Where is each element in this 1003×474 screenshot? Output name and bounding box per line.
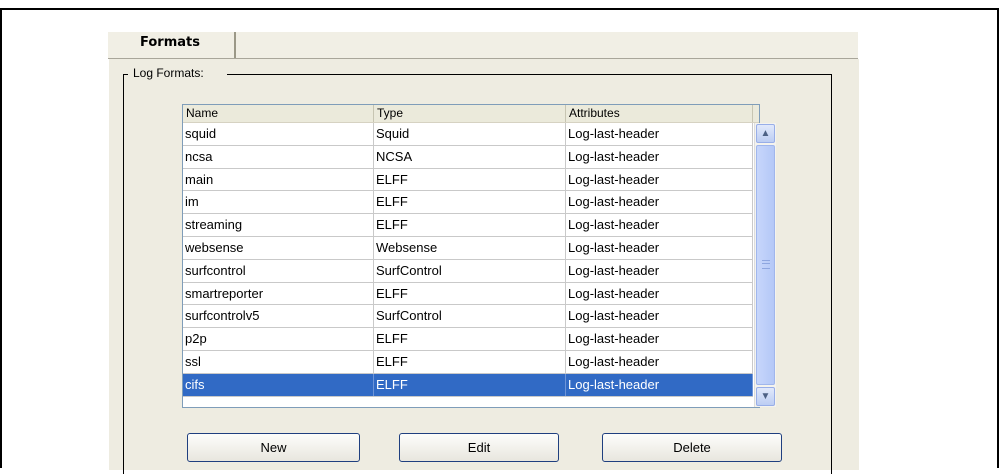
cell-name: smartreporter [183,282,374,305]
table-row[interactable]: ssl ELFF Log-last-header [183,350,753,374]
delete-button[interactable]: Delete [602,433,782,462]
table-row[interactable]: ncsa NCSA Log-last-header [183,145,753,169]
cell-attributes: Log-last-header [566,328,753,350]
cell-type: ELFF [374,191,566,214]
cell-name: im [183,191,374,214]
table-row[interactable]: main ELFF Log-last-header [183,168,753,192]
cell-type: SurfControl [374,305,566,328]
cell-attributes: Log-last-header [566,305,753,328]
cell-type: ELFF [374,282,566,305]
cell-attributes: Log-last-header [566,168,753,191]
group-border [227,74,832,75]
cell-name: ncsa [183,145,374,168]
tab-formats[interactable]: Formats [126,32,236,58]
cell-name: streaming [183,214,374,236]
table-row[interactable]: streaming ELFF Log-last-header [183,214,753,237]
table-row[interactable]: cifs ELFF Log-last-header [183,373,753,397]
table-row[interactable]: im ELFF Log-last-header [183,191,753,215]
cell-type: Squid [374,123,566,145]
column-header-name[interactable]: Name [183,105,374,122]
table-row[interactable]: p2p ELFF Log-last-header [183,328,753,351]
column-header-attributes[interactable]: Attributes [566,105,753,122]
table-row[interactable]: surfcontrol SurfControl Log-last-header [183,259,753,283]
vertical-scrollbar[interactable]: ▲ ▼ [754,123,776,407]
cell-type: ELFF [374,350,566,373]
arrow-up-icon[interactable]: ▲ [756,124,775,143]
cell-type: NCSA [374,145,566,168]
formats-panel: Formats Log Formats: Name Type Attribute… [108,32,859,474]
cell-type: ELFF [374,328,566,350]
new-button[interactable]: New [187,433,360,462]
scrollbar-thumb[interactable] [756,145,775,385]
cell-attributes: Log-last-header [566,282,753,305]
cell-attributes: Log-last-header [566,145,753,168]
edit-button[interactable]: Edit [399,433,559,462]
tab-content: Log Formats: Name Type Attributes squid S… [108,59,859,474]
cell-attributes: Log-last-header [566,350,753,373]
grip-icon [762,260,770,269]
table-body: squid Squid Log-last-header ncsa NCSA Log-las… [183,123,753,397]
cell-type: ELFF [374,373,566,396]
screenshot-frame: Formats Log Formats: Name Type Attribute… [0,8,999,474]
table-row[interactable]: smartreporter ELFF Log-last-header [183,282,753,306]
cell-type: ELFF [374,214,566,236]
cell-name: main [183,168,374,191]
table-row[interactable]: surfcontrolv5 SurfControl Log-last-header [183,305,753,329]
cell-attributes: Log-last-header [566,236,753,259]
cell-attributes: Log-last-header [566,191,753,214]
cell-name: p2p [183,328,374,350]
cell-name: surfcontrolv5 [183,305,374,328]
cell-attributes: Log-last-header [566,214,753,236]
cell-type: SurfControl [374,259,566,282]
cell-type: Websense [374,236,566,259]
log-formats-label: Log Formats: [131,66,212,80]
column-header-type[interactable]: Type [374,105,566,122]
cell-attributes: Log-last-header [566,373,753,396]
cell-name: cifs [183,373,374,396]
cell-name: squid [183,123,374,145]
log-formats-table[interactable]: Name Type Attributes squid Squid Log-last-… [182,104,776,408]
table-row[interactable]: websense Websense Log-last-header [183,236,753,260]
cell-name: surfcontrol [183,259,374,282]
cell-name: websense [183,236,374,259]
cell-type: ELFF [374,168,566,191]
cell-name: ssl [183,350,374,373]
table-row[interactable]: squid Squid Log-last-header [183,123,753,146]
arrow-down-icon[interactable]: ▼ [756,387,775,406]
tab-strip: Formats [108,32,858,59]
table-header: Name Type Attributes [183,105,759,123]
cell-attributes: Log-last-header [566,259,753,282]
group-border [831,74,832,474]
cell-attributes: Log-last-header [566,123,753,145]
group-border [123,74,124,474]
